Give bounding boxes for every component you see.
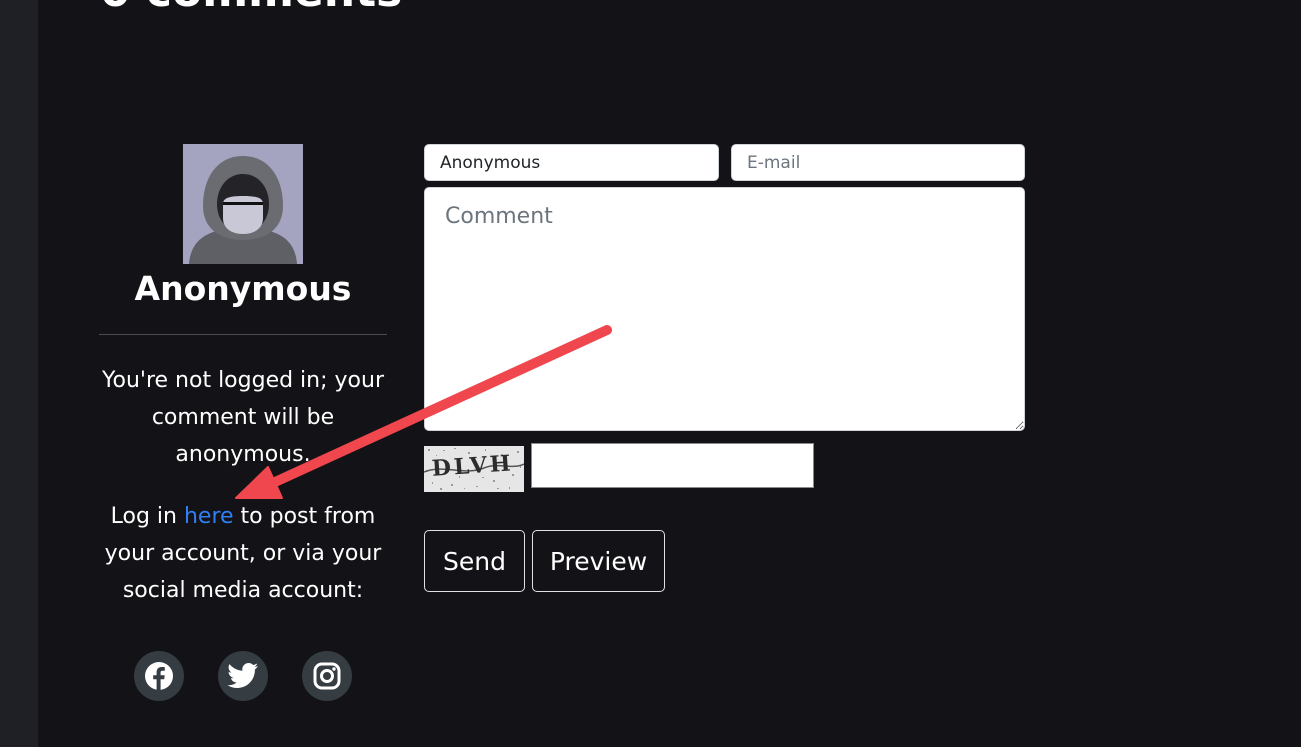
send-button[interactable]: Send: [424, 530, 525, 592]
captcha-image: DLVH: [424, 446, 524, 492]
twitter-icon: [227, 663, 258, 688]
comments-heading: 0 comments: [100, 0, 402, 18]
twitter-button[interactable]: [218, 651, 268, 701]
user-name: Anonymous: [134, 269, 352, 308]
anonymous-avatar-icon: [183, 144, 303, 264]
social-login-buttons: [134, 651, 354, 701]
login-notice: Log in here to post from your account, o…: [93, 498, 393, 609]
facebook-button[interactable]: [134, 651, 184, 701]
login-prefix: Log in: [110, 504, 184, 529]
captcha-field[interactable]: [531, 443, 814, 488]
instagram-icon: [313, 662, 341, 690]
login-link[interactable]: here: [184, 504, 234, 529]
name-field[interactable]: [424, 144, 719, 181]
not-logged-in-notice: You're not logged in; your comment will …: [101, 368, 384, 467]
email-field[interactable]: [731, 144, 1025, 181]
instagram-button[interactable]: [302, 651, 352, 701]
comments-page: 0 comments Anonymous You're not logged i…: [38, 0, 1301, 747]
divider: [99, 334, 387, 335]
comment-textarea[interactable]: [424, 187, 1025, 431]
facebook-icon: [145, 662, 173, 690]
preview-button[interactable]: Preview: [532, 530, 665, 592]
